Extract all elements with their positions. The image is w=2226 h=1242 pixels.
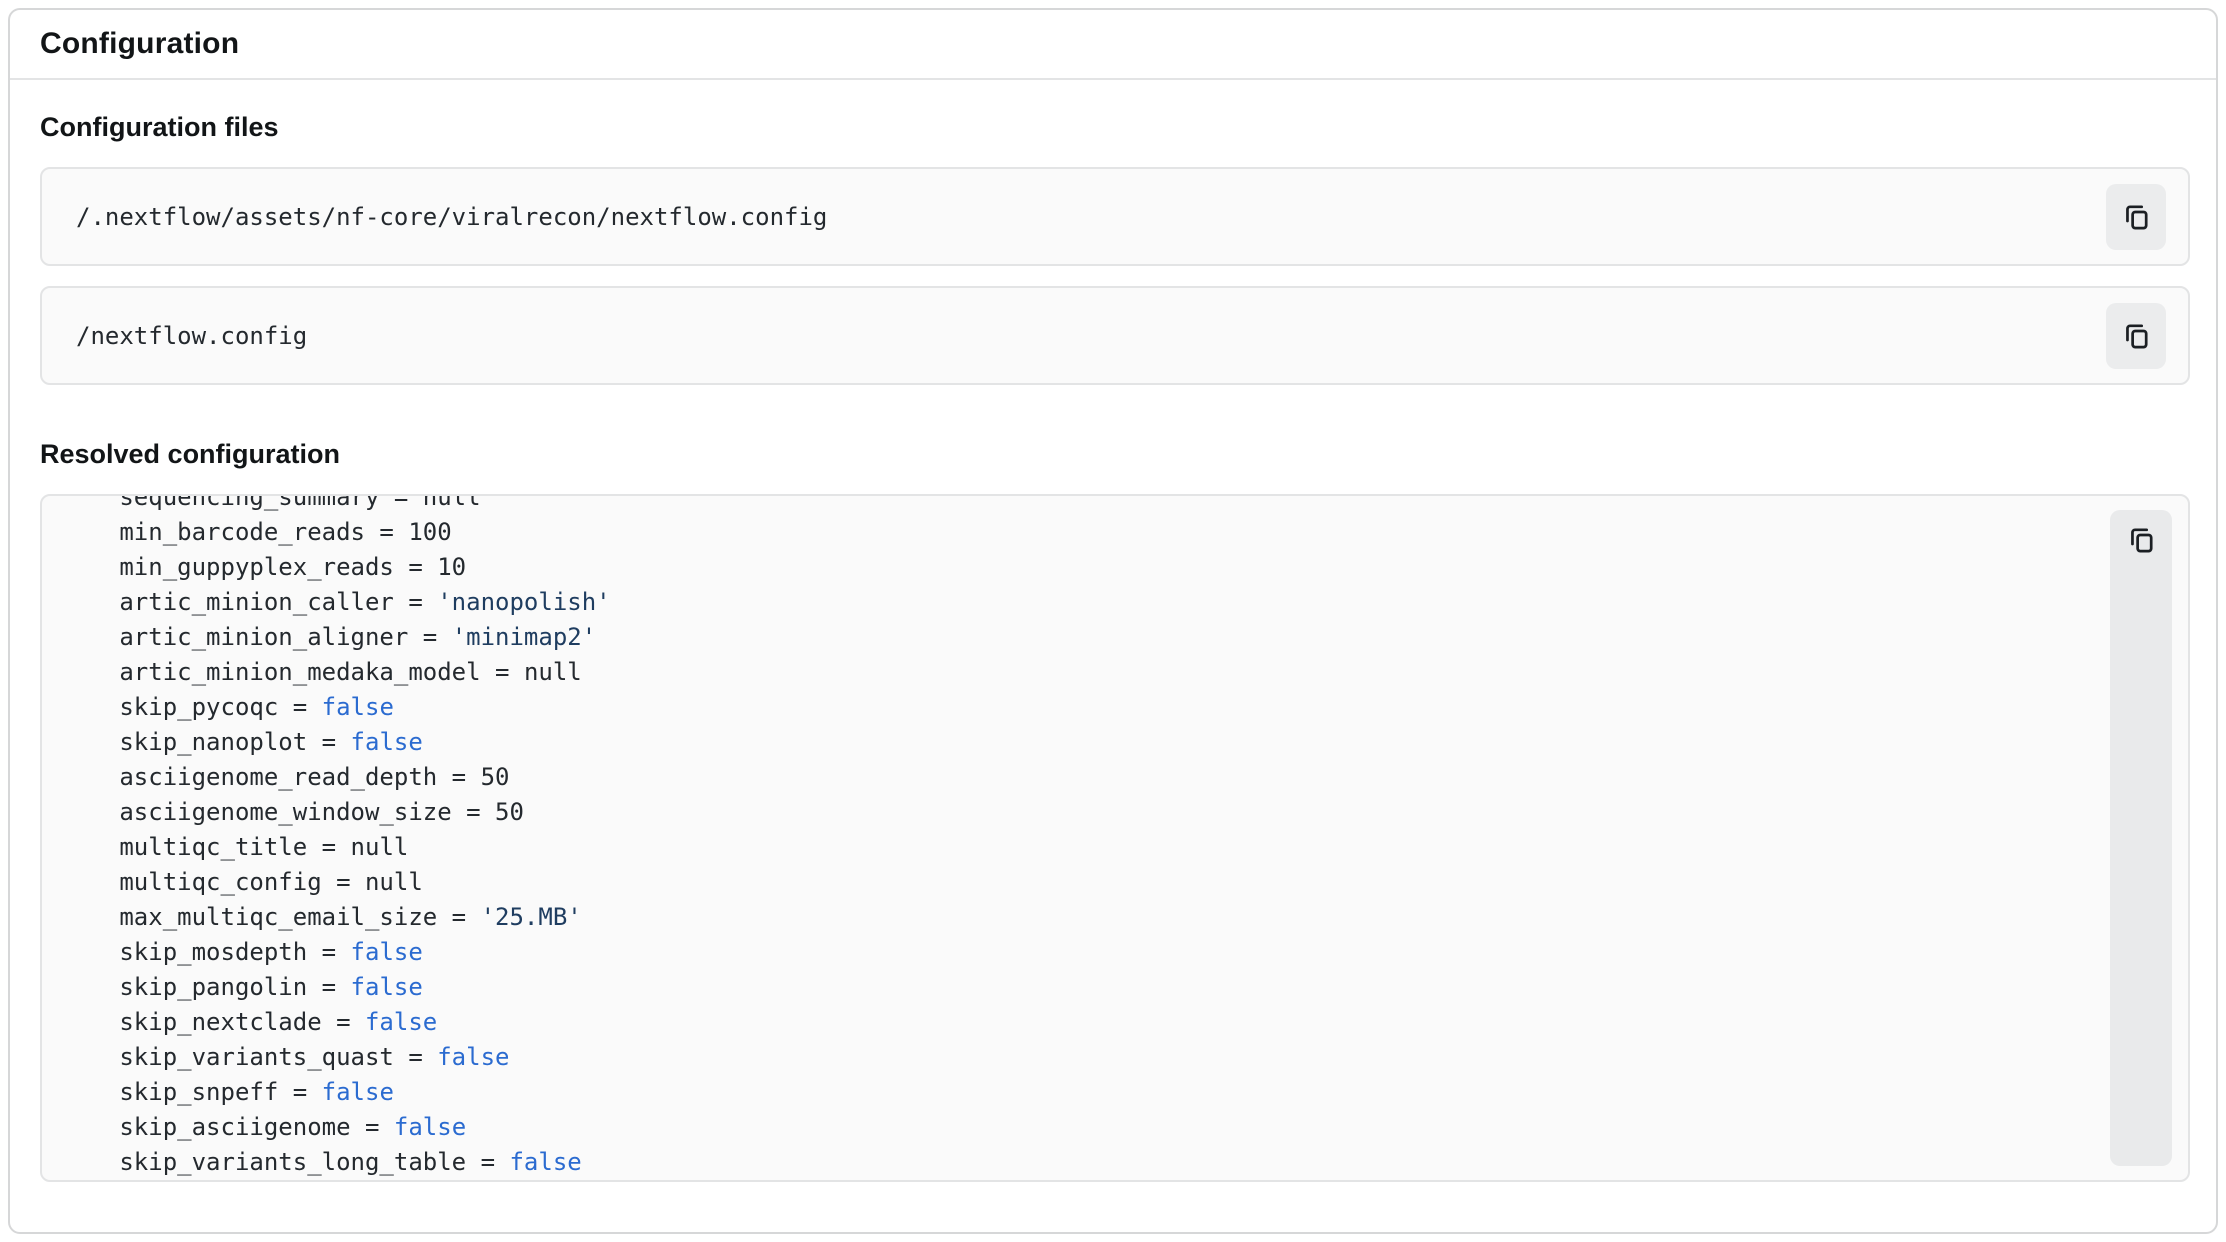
code-line: skip_asciigenome = false [76, 1110, 2078, 1145]
code-line: multiqc_title = null [76, 830, 2078, 865]
code-line: skip_pangolin = false [76, 970, 2078, 1005]
config-file-box: /.nextflow/assets/nf-core/viralrecon/nex… [40, 167, 2190, 266]
code-line: min_barcode_reads = 100 [76, 515, 2078, 550]
code-line: artic_minion_caller = 'nanopolish' [76, 585, 2078, 620]
config-file-path: /.nextflow/assets/nf-core/viralrecon/nex… [76, 203, 827, 231]
code-line: asciigenome_window_size = 50 [76, 795, 2078, 830]
config-file-box: /nextflow.config [40, 286, 2190, 385]
configuration-card: Configuration Configuration files /.next… [8, 8, 2218, 1234]
code-line: skip_nextclade = false [76, 1005, 2078, 1040]
copy-button[interactable] [2106, 303, 2166, 369]
code-line: max_multiqc_email_size = '25.MB' [76, 900, 2078, 935]
copy-icon [2121, 320, 2152, 351]
code-line: multiqc_config = null [76, 865, 2078, 900]
resolved-config-box: sequencing_summary = null min_barcode_re… [40, 494, 2190, 1182]
copy-button[interactable] [2106, 184, 2166, 250]
code-line: sequencing_summary = null [76, 496, 2078, 515]
copy-icon [2121, 201, 2152, 232]
copy-icon [2126, 524, 2157, 555]
code-line: min_guppyplex_reads = 10 [76, 550, 2078, 585]
resolved-configuration-heading: Resolved configuration [40, 439, 2186, 470]
config-file-path: /nextflow.config [76, 322, 307, 350]
code-line: artic_minion_aligner = 'minimap2' [76, 620, 2078, 655]
card-body: Configuration files /.nextflow/assets/nf… [10, 80, 2216, 1212]
resolved-config-code: sequencing_summary = null min_barcode_re… [76, 496, 2078, 1180]
page-title: Configuration [40, 27, 239, 61]
code-line: asciigenome_read_depth = 50 [76, 760, 2078, 795]
code-line: skip_variants_quast = false [76, 1040, 2078, 1075]
code-line: skip_pycoqc = false [76, 690, 2078, 725]
copy-button[interactable] [2110, 510, 2172, 1166]
card-header: Configuration [10, 10, 2216, 80]
resolved-config-scroll-area[interactable]: sequencing_summary = null min_barcode_re… [76, 496, 2078, 1180]
configuration-files-heading: Configuration files [40, 112, 2186, 143]
code-line: artic_minion_medaka_model = null [76, 655, 2078, 690]
code-line: skip_mosdepth = false [76, 935, 2078, 970]
code-line: skip_snpeff = false [76, 1075, 2078, 1110]
code-line: skip_variants_long_table = false [76, 1145, 2078, 1180]
code-line: skip_nanoplot = false [76, 725, 2078, 760]
